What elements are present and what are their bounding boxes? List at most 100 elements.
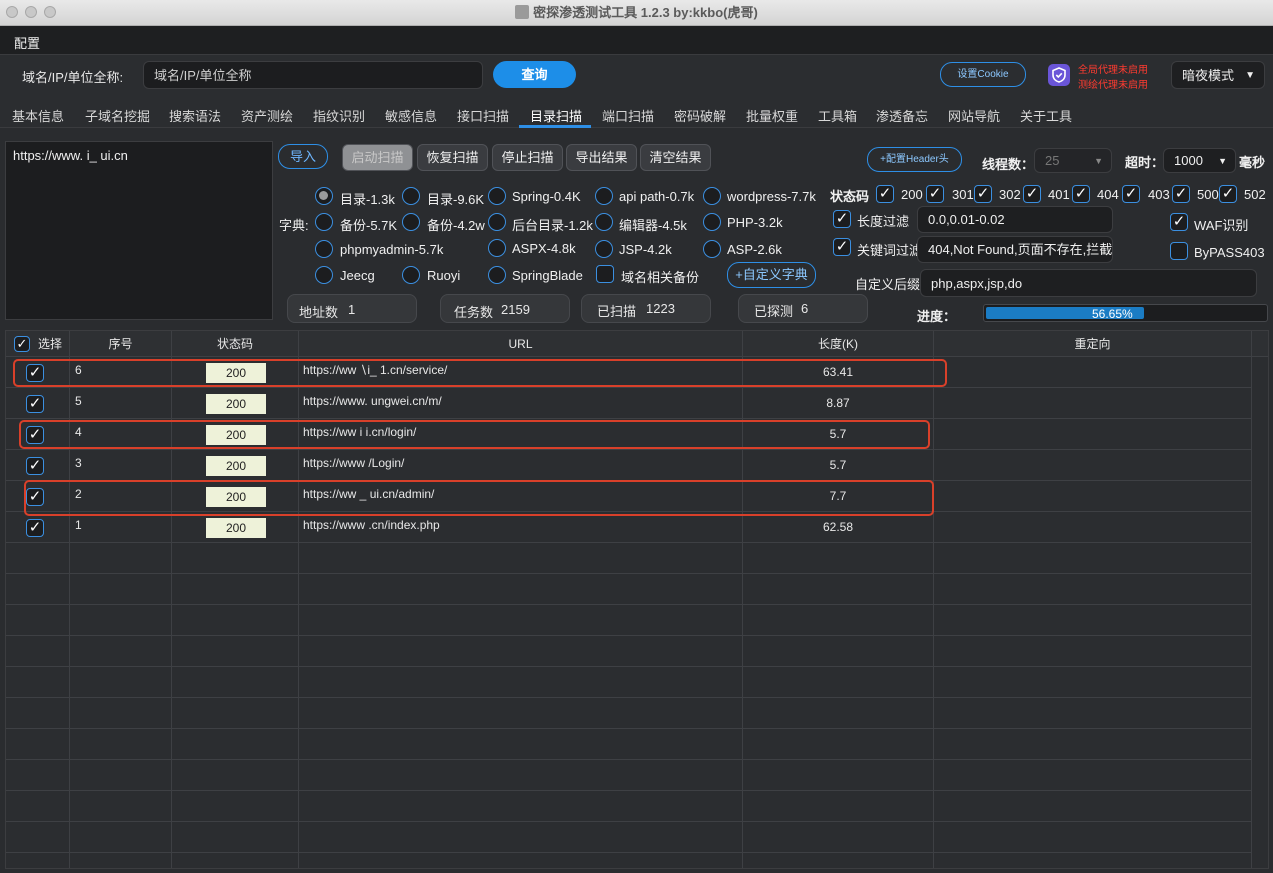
dict-radio-12[interactable] — [595, 240, 613, 258]
status-502-checkbox[interactable]: ✓ — [1219, 185, 1237, 203]
row-length: 8.87 — [826, 396, 850, 410]
dict-option-label: 目录-1.3k — [340, 192, 395, 207]
grid-line — [6, 821, 1252, 822]
minimize-window-button[interactable] — [25, 6, 37, 18]
row-checkbox[interactable]: ✓ — [26, 395, 44, 413]
col-header-status[interactable]: 状态码 — [172, 331, 299, 357]
col-header-redirect[interactable]: 重定向 — [934, 331, 1252, 357]
keyword-filter-input[interactable]: 404,Not Found,页面不存在,拦截 — [917, 236, 1113, 263]
dict-radio-11[interactable] — [488, 239, 506, 257]
tab-about[interactable]: 关于工具 — [1020, 106, 1072, 125]
set-cookie-button[interactable]: 设置Cookie — [940, 62, 1026, 87]
results-table: ✓ 选择 序号 状态码 URL 长度(K) 重定向 ✓ 6 200 https:… — [5, 330, 1269, 869]
dict-radio-15[interactable] — [402, 266, 420, 284]
export-results-button[interactable]: 导出结果 — [566, 144, 637, 171]
dict-option-label: 备份-4.2w — [427, 218, 485, 233]
row-id-cell: 1 — [70, 512, 172, 543]
col-header-url[interactable]: URL — [299, 331, 743, 357]
query-input[interactable]: 域名/IP/单位全称 — [143, 61, 483, 89]
tab-search-syntax[interactable]: 搜索语法 — [169, 106, 221, 125]
row-length: 5.7 — [829, 458, 847, 472]
keyword-filter-checkbox[interactable]: ✓ — [833, 238, 851, 256]
dict-radio-7[interactable] — [488, 213, 506, 231]
config-header-button[interactable]: +配置Header头 — [867, 147, 962, 172]
dict-radio-6[interactable] — [402, 213, 420, 231]
target-textarea[interactable]: https://www. i_ ui.cn — [5, 141, 273, 320]
zoom-window-button[interactable] — [44, 6, 56, 18]
dict-option-label: api path-0.7k — [619, 189, 695, 204]
import-button[interactable]: 导入 — [278, 144, 328, 169]
row-redirect-cell — [934, 357, 1252, 388]
tab-site-nav[interactable]: 网站导航 — [948, 106, 1000, 125]
row-checkbox[interactable]: ✓ — [26, 519, 44, 537]
menu-config[interactable]: 配置 — [14, 33, 40, 52]
tab-sensitive-info[interactable]: 敏感信息 — [385, 106, 437, 125]
dict-option-label: 目录-9.6K — [427, 192, 485, 207]
status-403-checkbox[interactable]: ✓ — [1122, 185, 1140, 203]
table-row[interactable]: ✓ — [6, 450, 70, 481]
status-code-value: 502 — [1244, 187, 1266, 202]
tab-api-scan[interactable]: 接口扫描 — [457, 106, 509, 125]
status-200-checkbox[interactable]: ✓ — [876, 185, 894, 203]
domain-backup-checkbox[interactable] — [596, 265, 614, 283]
dict-radio-0[interactable] — [315, 187, 333, 205]
status-401-checkbox[interactable]: ✓ — [1023, 185, 1041, 203]
length-filter-checkbox[interactable]: ✓ — [833, 210, 851, 228]
col-header-id[interactable]: 序号 — [70, 331, 172, 357]
length-filter-input[interactable]: 0.0,0.01-0.02 — [917, 206, 1113, 233]
select-all-checkbox[interactable]: ✓ — [14, 336, 30, 352]
dict-radio-2[interactable] — [488, 187, 506, 205]
close-window-button[interactable] — [6, 6, 18, 18]
bypass403-checkbox[interactable] — [1170, 242, 1188, 260]
col-header-select[interactable]: ✓ 选择 — [6, 331, 70, 357]
dict-radio-13[interactable] — [703, 240, 721, 258]
clear-results-button[interactable]: 清空结果 — [640, 144, 711, 171]
status-500-checkbox[interactable]: ✓ — [1172, 185, 1190, 203]
tab-fingerprint[interactable]: 指纹识别 — [313, 106, 365, 125]
timeout-select[interactable]: 1000 ▼ — [1163, 148, 1236, 173]
row-url-cell[interactable]: https://www. ungwei.cn/m/ — [299, 388, 743, 419]
bypass403-label: ByPASS403 — [1194, 245, 1265, 260]
status-301-checkbox[interactable]: ✓ — [926, 185, 944, 203]
status-404-checkbox[interactable]: ✓ — [1072, 185, 1090, 203]
row-url-cell[interactable]: https://www .cn/index.php — [299, 512, 743, 543]
tab-password-crack[interactable]: 密码破解 — [674, 106, 726, 125]
tab-asset-mapping[interactable]: 资产测绘 — [241, 106, 293, 125]
addr-count-value: 1 — [348, 302, 356, 317]
dict-radio-1[interactable] — [402, 187, 420, 205]
row-length-cell: 8.87 — [743, 388, 934, 419]
row-url-cell[interactable]: https://www /Login/ — [299, 450, 743, 481]
dict-radio-16[interactable] — [488, 266, 506, 284]
custom-suffix-input[interactable]: php,aspx,jsp,do — [920, 269, 1257, 297]
dict-radio-3[interactable] — [595, 187, 613, 205]
row-checkbox[interactable]: ✓ — [26, 457, 44, 475]
start-scan-button[interactable]: 启动扫描 — [342, 144, 413, 171]
dict-radio-5[interactable] — [315, 213, 333, 231]
dict-radio-8[interactable] — [595, 213, 613, 231]
status-302-checkbox[interactable]: ✓ — [974, 185, 992, 203]
custom-dict-button[interactable]: +自定义字典 — [727, 262, 816, 288]
status-code-value: 302 — [999, 187, 1021, 202]
dict-radio-10[interactable] — [315, 240, 333, 258]
waf-checkbox[interactable]: ✓ — [1170, 213, 1188, 231]
table-row[interactable]: ✓ — [6, 388, 70, 419]
dict-radio-9[interactable] — [703, 213, 721, 231]
row-status-cell: 200 — [172, 388, 299, 419]
col-header-length[interactable]: 长度(K) — [743, 331, 934, 357]
stop-scan-button[interactable]: 停止扫描 — [492, 144, 563, 171]
tab-basic-info[interactable]: 基本信息 — [12, 106, 64, 125]
dict-radio-4[interactable] — [703, 187, 721, 205]
tab-port-scan[interactable]: 端口扫描 — [602, 106, 654, 125]
resume-scan-button[interactable]: 恢复扫描 — [417, 144, 488, 171]
theme-select[interactable]: 暗夜模式 ▼ — [1171, 61, 1265, 89]
tab-batch-weight[interactable]: 批量权重 — [746, 106, 798, 125]
threads-select[interactable]: 25 ▼ — [1034, 148, 1112, 173]
tab-pentest-memo[interactable]: 渗透备忘 — [876, 106, 928, 125]
table-row[interactable]: ✓ — [6, 512, 70, 543]
active-tab-indicator — [519, 125, 591, 128]
tab-toolbox[interactable]: 工具箱 — [818, 106, 857, 125]
tab-subdomain[interactable]: 子域名挖掘 — [85, 106, 150, 125]
dict-radio-14[interactable] — [315, 266, 333, 284]
tab-dir-scan[interactable]: 目录扫描 — [530, 106, 582, 125]
query-button[interactable]: 查询 — [493, 61, 576, 88]
